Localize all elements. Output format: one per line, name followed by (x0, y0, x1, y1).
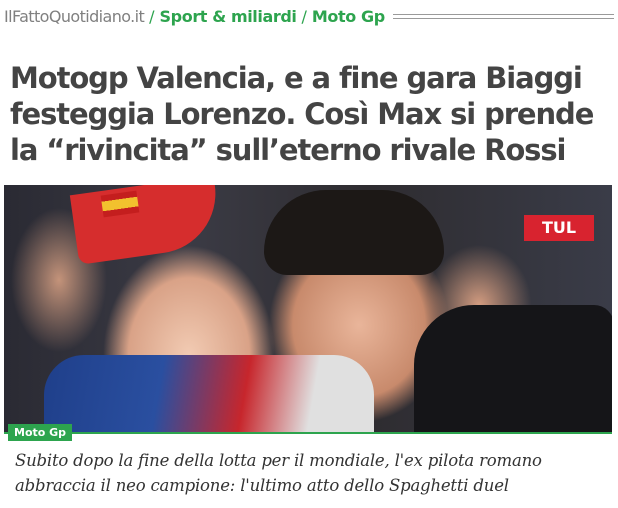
breadcrumb: IlFattoQuotidiano.it / Sport & miliardi … (4, 4, 614, 28)
article-photo[interactable]: TUL (4, 185, 612, 432)
photo-bottom-rule (4, 432, 612, 434)
photo-background-sign: TUL (524, 215, 594, 241)
breadcrumb-separator: / (301, 6, 307, 26)
breadcrumb-subsection-link[interactable]: Moto Gp (312, 7, 385, 26)
photo-jersey (44, 355, 374, 432)
photo-red-cap (69, 185, 224, 265)
breadcrumb-section-link[interactable]: Sport & miliardi (160, 7, 297, 26)
breadcrumb-separator: / (149, 6, 155, 26)
photo-dark-hair (264, 190, 444, 275)
breadcrumb-divider (392, 13, 614, 19)
site-logo-link[interactable]: IlFattoQuotidiano.it (4, 7, 145, 26)
article-subtitle: Subito dopo la fine della lotta per il m… (15, 451, 542, 495)
photo-dark-shirt (414, 305, 612, 432)
article-headline[interactable]: Motogp Valencia, e a fine gara Biaggi fe… (10, 60, 610, 168)
category-badge[interactable]: Moto Gp (8, 424, 73, 441)
